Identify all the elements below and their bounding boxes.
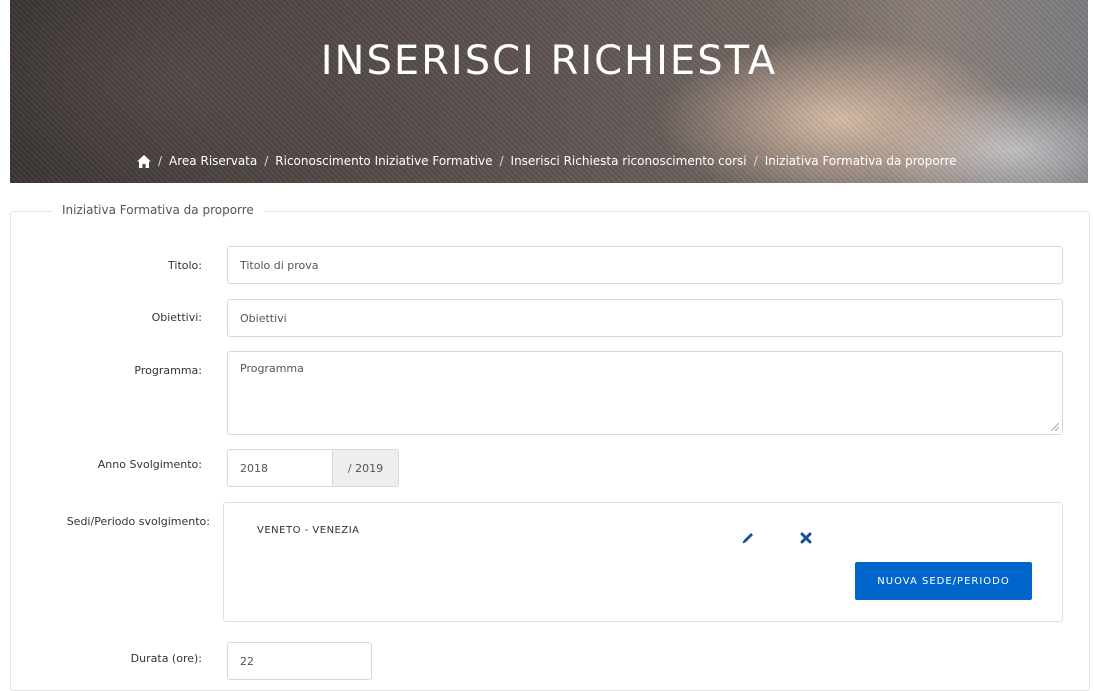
home-icon[interactable] <box>137 154 151 168</box>
pencil-icon[interactable] <box>741 531 755 545</box>
titolo-input[interactable]: Titolo di prova <box>227 246 1063 284</box>
obiettivi-label: Obiettivi: <box>151 311 202 324</box>
programma-label: Programma: <box>134 364 202 377</box>
breadcrumb-separator: / <box>753 154 758 168</box>
programma-value: Programma <box>240 362 304 375</box>
sede-item: VENETO - VENEZIA <box>257 525 360 536</box>
fieldset-legend: Iniziativa Formativa da proporre <box>52 203 264 217</box>
breadcrumb-separator: / <box>499 154 504 168</box>
durata-label: Durata (ore): <box>130 652 202 665</box>
anno-label: Anno Svolgimento: <box>97 458 202 471</box>
breadcrumb-separator: / <box>264 154 269 168</box>
anno-suffix: / 2019 <box>333 449 399 487</box>
breadcrumb-riconoscimento[interactable]: Riconoscimento Iniziative Formative <box>275 154 492 168</box>
titolo-label: Titolo: <box>168 259 202 272</box>
breadcrumb-area-riservata[interactable]: Area Riservata <box>169 154 257 168</box>
obiettivi-input[interactable]: Obiettivi <box>227 299 1063 337</box>
programma-textarea[interactable]: Programma <box>227 351 1063 435</box>
close-icon[interactable] <box>799 531 813 545</box>
page-title: INSERISCI RICHIESTA <box>320 38 778 84</box>
anno-input[interactable]: 2018 <box>227 449 333 487</box>
breadcrumb-inserisci-richiesta[interactable]: Inserisci Richiesta riconoscimento corsi <box>511 154 747 168</box>
durata-input[interactable]: 22 <box>227 642 372 680</box>
breadcrumb-separator: / <box>158 154 163 168</box>
resize-handle[interactable] <box>1051 423 1059 431</box>
page-header-banner: INSERISCI RICHIESTA / Area Riservata / R… <box>10 0 1088 183</box>
sedi-panel: VENETO - VENEZIA NUOVA SEDE/PERIODO <box>223 502 1063 622</box>
nuova-sede-button[interactable]: NUOVA SEDE/PERIODO <box>855 562 1032 600</box>
breadcrumb-current: Iniziativa Formativa da proporre <box>764 154 957 168</box>
sedi-label: Sedi/Periodo svolgimento: <box>66 515 210 528</box>
breadcrumb: / Area Riservata / Riconoscimento Inizia… <box>137 154 957 168</box>
